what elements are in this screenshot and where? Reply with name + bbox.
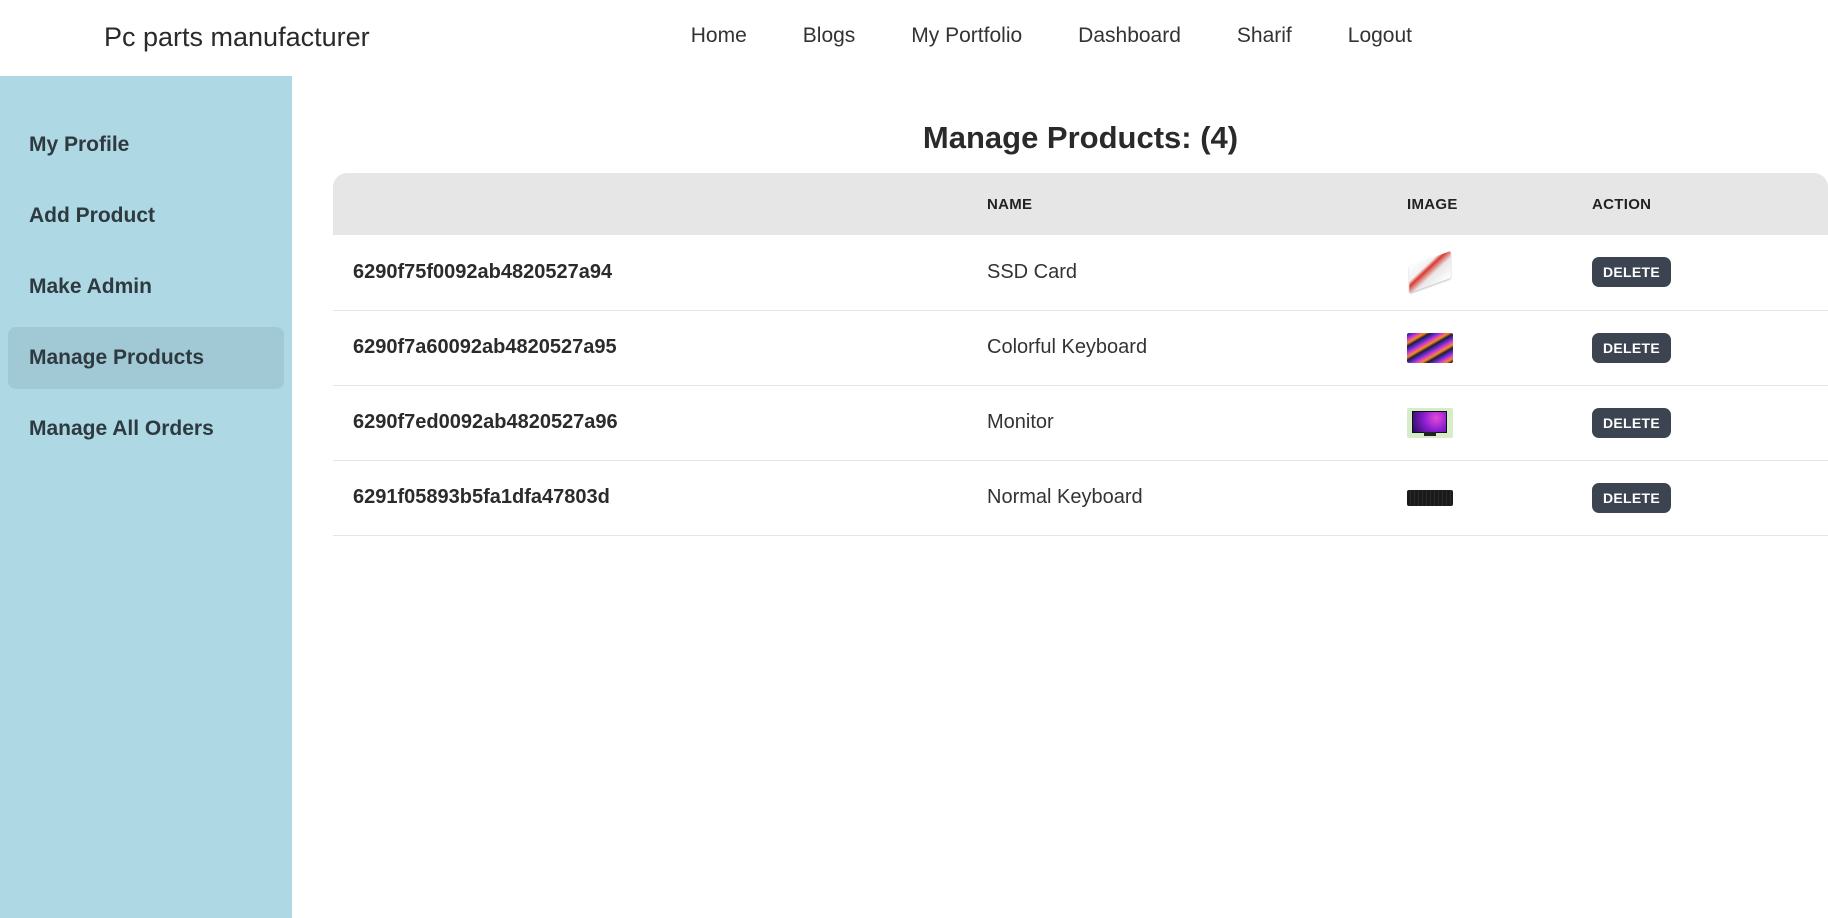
product-id: 6291f05893b5fa1dfa47803d xyxy=(333,460,987,536)
table-row: 6291f05893b5fa1dfa47803d Normal Keyboard… xyxy=(333,460,1828,536)
product-image-cell xyxy=(1407,235,1592,311)
sidebar-item-manage-products[interactable]: Manage Products xyxy=(8,327,284,389)
delete-button[interactable]: DELETE xyxy=(1592,482,1672,513)
nav-logout[interactable]: Logout xyxy=(1348,24,1412,48)
top-navbar: Pc parts manufacturer Home Blogs My Port… xyxy=(0,0,1828,76)
product-action-cell: DELETE xyxy=(1592,460,1828,536)
product-name: SSD Card xyxy=(987,235,1407,311)
nav-home[interactable]: Home xyxy=(691,24,747,48)
nav-user-sharif[interactable]: Sharif xyxy=(1237,24,1292,48)
table-row: 6290f7ed0092ab4820527a96 Monitor DELETE xyxy=(333,385,1828,461)
product-image-cell xyxy=(1407,310,1592,386)
nav-my-portfolio[interactable]: My Portfolio xyxy=(911,24,1022,48)
nav-blogs[interactable]: Blogs xyxy=(803,24,856,48)
delete-button[interactable]: DELETE xyxy=(1592,332,1672,363)
dashboard-sidebar: My Profile Add Product Make Admin Manage… xyxy=(0,76,292,918)
column-header-action: ACTION xyxy=(1592,195,1652,213)
brand-title[interactable]: Pc parts manufacturer xyxy=(104,22,370,53)
product-action-cell: DELETE xyxy=(1592,385,1828,461)
sidebar-item-my-profile[interactable]: My Profile xyxy=(8,114,284,176)
main-content: Manage Products: (4) NAME IMAGE ACTION 6… xyxy=(333,76,1828,536)
product-action-cell: DELETE xyxy=(1592,235,1828,311)
product-name: Colorful Keyboard xyxy=(987,310,1407,386)
product-name: Normal Keyboard xyxy=(987,460,1407,536)
column-header-name: NAME xyxy=(987,195,1033,213)
page-title: Manage Products: (4) xyxy=(922,120,1239,155)
product-id: 6290f7ed0092ab4820527a96 xyxy=(333,385,987,461)
product-image-cell xyxy=(1407,460,1592,536)
sidebar-item-make-admin[interactable]: Make Admin xyxy=(8,256,284,318)
product-name: Monitor xyxy=(987,385,1407,461)
product-action-cell: DELETE xyxy=(1592,310,1828,386)
product-id: 6290f75f0092ab4820527a94 xyxy=(333,235,987,311)
product-image-cell xyxy=(1407,385,1592,461)
sidebar-item-manage-all-orders[interactable]: Manage All Orders xyxy=(8,398,284,460)
products-table: NAME IMAGE ACTION 6290f75f0092ab4820527a… xyxy=(333,173,1828,536)
delete-button[interactable]: DELETE xyxy=(1592,257,1672,288)
table-row: 6290f7a60092ab4820527a95 Colorful Keyboa… xyxy=(333,310,1828,386)
ssd-card-image xyxy=(1409,251,1451,294)
colorful-keyboard-image xyxy=(1407,332,1453,363)
column-header-id xyxy=(333,173,987,235)
sidebar-item-add-product[interactable]: Add Product xyxy=(8,185,284,247)
delete-button[interactable]: DELETE xyxy=(1592,407,1672,438)
table-header: NAME IMAGE ACTION xyxy=(333,173,1828,235)
normal-keyboard-image xyxy=(1407,489,1453,506)
main-nav: Home Blogs My Portfolio Dashboard Sharif… xyxy=(691,24,1412,48)
monitor-image xyxy=(1407,407,1453,438)
product-id: 6290f7a60092ab4820527a95 xyxy=(333,310,987,386)
nav-dashboard[interactable]: Dashboard xyxy=(1078,24,1181,48)
table-row: 6290f75f0092ab4820527a94 SSD Card DELETE xyxy=(333,235,1828,311)
column-header-image: IMAGE xyxy=(1407,195,1458,213)
